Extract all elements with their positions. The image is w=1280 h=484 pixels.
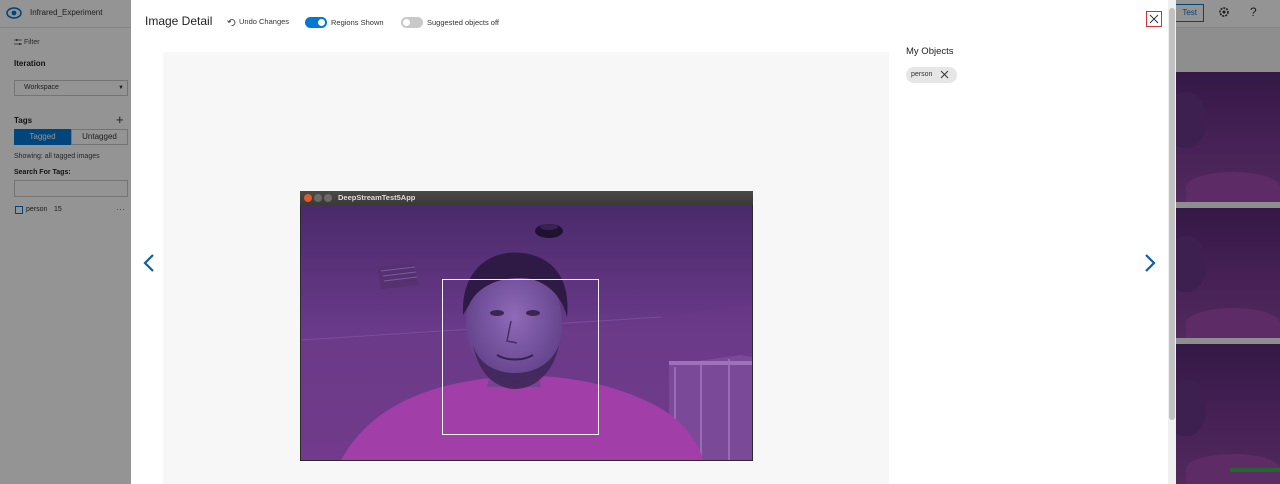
image-detail-dialog: Image Detail Undo Changes Regions Shown … xyxy=(131,0,1176,484)
regions-shown-toggle[interactable] xyxy=(305,17,327,28)
scrollbar-thumb[interactable] xyxy=(1169,8,1175,420)
image-window-title: DeepStreamTest5App xyxy=(338,193,416,202)
close-icon xyxy=(1149,14,1159,24)
image-window-titlebar: DeepStreamTest5App xyxy=(300,191,753,205)
undo-icon xyxy=(227,18,236,26)
suggested-objects-label: Suggested objects off xyxy=(427,18,499,27)
undo-changes-button[interactable]: Undo Changes xyxy=(227,17,289,27)
my-objects-heading: My Objects xyxy=(906,46,954,57)
object-tag-chip[interactable]: person xyxy=(906,67,957,83)
region-bounding-box[interactable] xyxy=(442,279,599,435)
chevron-right-icon[interactable] xyxy=(1142,253,1158,273)
suggested-objects-toggle[interactable] xyxy=(401,17,423,28)
dialog-title: Image Detail xyxy=(145,14,213,28)
toggle-knob xyxy=(403,19,410,26)
undo-label: Undo Changes xyxy=(239,17,290,26)
regions-shown-label: Regions Shown xyxy=(331,18,384,27)
detail-image: DeepStreamTest5App xyxy=(300,191,753,461)
object-tag-label: person xyxy=(911,71,933,78)
close-button[interactable] xyxy=(1146,11,1162,27)
infrared-frame xyxy=(301,205,752,460)
toggle-knob xyxy=(318,19,325,26)
dialog-scrollbar[interactable] xyxy=(1168,0,1176,484)
image-canvas: DeepStreamTest5App xyxy=(163,52,889,484)
close-icon[interactable] xyxy=(940,70,949,79)
chevron-left-icon[interactable] xyxy=(141,253,157,273)
